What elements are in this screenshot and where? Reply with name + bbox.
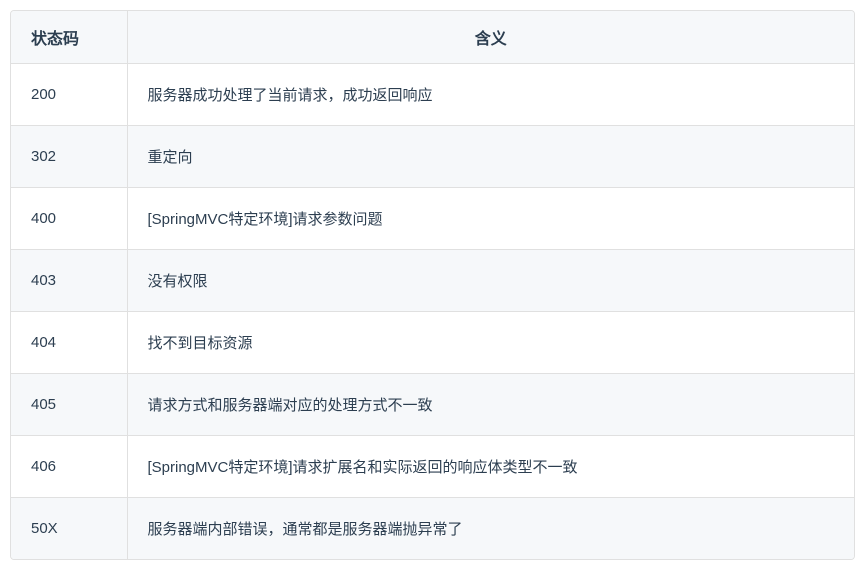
table-row: 50X 服务器端内部错误，通常都是服务器端抛异常了 <box>11 498 854 560</box>
cell-code: 200 <box>11 64 127 126</box>
table-row: 400 [SpringMVC特定环境]请求参数问题 <box>11 188 854 250</box>
table-row: 404 找不到目标资源 <box>11 312 854 374</box>
cell-meaning: 服务器成功处理了当前请求，成功返回响应 <box>127 64 854 126</box>
status-code-table-container: 状态码 含义 200 服务器成功处理了当前请求，成功返回响应 302 重定向 4… <box>10 10 855 560</box>
cell-code: 400 <box>11 188 127 250</box>
cell-code: 405 <box>11 374 127 436</box>
cell-meaning: 重定向 <box>127 126 854 188</box>
table-row: 302 重定向 <box>11 126 854 188</box>
cell-meaning: [SpringMVC特定环境]请求参数问题 <box>127 188 854 250</box>
header-code: 状态码 <box>11 11 127 64</box>
cell-code: 302 <box>11 126 127 188</box>
cell-code: 406 <box>11 436 127 498</box>
cell-meaning: 服务器端内部错误，通常都是服务器端抛异常了 <box>127 498 854 560</box>
cell-meaning: 请求方式和服务器端对应的处理方式不一致 <box>127 374 854 436</box>
table-row: 200 服务器成功处理了当前请求，成功返回响应 <box>11 64 854 126</box>
cell-code: 403 <box>11 250 127 312</box>
cell-meaning: [SpringMVC特定环境]请求扩展名和实际返回的响应体类型不一致 <box>127 436 854 498</box>
cell-meaning: 找不到目标资源 <box>127 312 854 374</box>
status-code-table: 状态码 含义 200 服务器成功处理了当前请求，成功返回响应 302 重定向 4… <box>11 11 854 559</box>
cell-meaning: 没有权限 <box>127 250 854 312</box>
cell-code: 50X <box>11 498 127 560</box>
table-row: 406 [SpringMVC特定环境]请求扩展名和实际返回的响应体类型不一致 <box>11 436 854 498</box>
cell-code: 404 <box>11 312 127 374</box>
header-meaning: 含义 <box>127 11 854 64</box>
table-row: 403 没有权限 <box>11 250 854 312</box>
table-row: 405 请求方式和服务器端对应的处理方式不一致 <box>11 374 854 436</box>
table-header-row: 状态码 含义 <box>11 11 854 64</box>
